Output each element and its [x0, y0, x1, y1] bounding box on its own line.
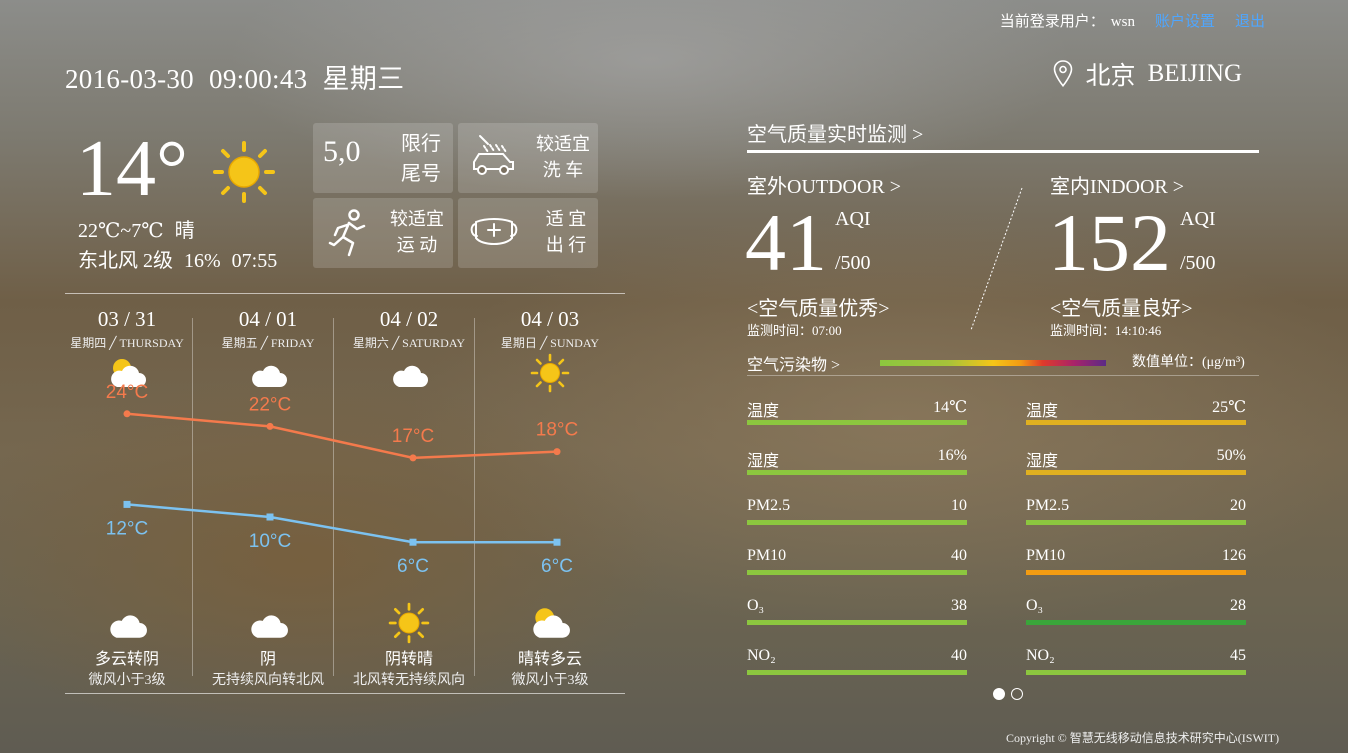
pollutant-label[interactable]: 空气污染物 > [747, 351, 840, 375]
pollutant-name: O₃ [747, 597, 765, 614]
pollutant-bar [747, 620, 967, 625]
pollutant-bar [747, 670, 967, 675]
pollutant-bar [747, 420, 967, 425]
outdoor-label[interactable]: 室外OUTDOOR > [747, 170, 901, 199]
low-temp-line [126, 503, 557, 544]
outdoor-quality: <空气质量优秀> [747, 298, 890, 320]
pollutant-row: 湿度 50% [1026, 447, 1246, 475]
pollutant-name: PM2.5 [1026, 497, 1070, 514]
low-temp-label: 6°C [397, 556, 429, 577]
pollutant-bar [1026, 470, 1246, 475]
pollutant-row: 温度 25℃ [1026, 397, 1246, 425]
high-temp-point [123, 410, 131, 418]
unit-label: 数值单位：(μg/m³) [1132, 355, 1245, 370]
copyright: Copyright © 智慧无线移动信息技术研究中心(ISWIT) [1006, 731, 1280, 745]
panel-slash-divider [970, 187, 1023, 331]
pollutant-value: 50% [1216, 447, 1246, 464]
pollutant-row: 湿度 16% [747, 447, 967, 475]
title-underline [747, 150, 1259, 153]
high-temp-label: 17°C [392, 426, 434, 447]
pollutant-name: 温度 [1026, 403, 1059, 420]
pollutant-value: 40 [951, 647, 967, 664]
high-temp-point [553, 448, 561, 456]
pollutant-value: 38 [951, 597, 967, 614]
low-temp-label: 6°C [541, 556, 573, 577]
indoor-max: /500 [1180, 252, 1216, 274]
outdoor-max: /500 [835, 252, 871, 274]
pollutant-row: PM10 40 [747, 547, 967, 575]
pollutant-bar [1026, 570, 1246, 575]
high-temp-label: 22°C [249, 394, 291, 415]
outdoor-aqi-label: AQI [835, 208, 871, 230]
low-temp-label: 12°C [106, 518, 148, 539]
pollutant-name: O₃ [1026, 597, 1044, 614]
pollutant-value: 25℃ [1212, 399, 1246, 416]
pollutant-bar [1026, 420, 1246, 425]
pollutant-bar [1026, 520, 1246, 525]
pollutant-name: 温度 [747, 403, 780, 420]
pollutant-value: 40 [951, 547, 967, 564]
pollutant-row: NO₂ 45 [1026, 647, 1246, 675]
pollutant-name: PM10 [747, 547, 787, 564]
pollutant-value: 16% [937, 447, 967, 464]
indoor-time: 监测时间：14:10:46 [1050, 323, 1162, 338]
outdoor-time: 监测时间：07:00 [747, 323, 842, 338]
high-temp-point [409, 454, 417, 462]
low-temp-point [266, 513, 274, 521]
pollutant-row: O₃ 28 [1026, 597, 1246, 625]
pollutant-value: 126 [1222, 547, 1246, 564]
pager-dots [993, 688, 1023, 700]
pollutant-bar [747, 570, 967, 575]
high-temp-line [126, 412, 558, 460]
pager-dot[interactable] [1011, 688, 1023, 700]
pollutant-row: PM10 126 [1026, 547, 1246, 575]
pollutant-name: NO₂ [1026, 647, 1055, 664]
indoor-label[interactable]: 室内INDOOR > [1050, 170, 1184, 199]
high-temp-point [266, 422, 274, 430]
pager-dot-active[interactable] [993, 688, 1005, 700]
temperature-chart: 24°C 22°C 17°C 18°C 12°C 10°C 6°C 6°C [106, 382, 578, 577]
pollutant-row: PM2.5 20 [1026, 497, 1246, 525]
pollutant-value: 10 [951, 497, 967, 514]
indoor-aqi: 152 [1048, 197, 1171, 288]
pollutant-row: PM2.5 10 [747, 497, 967, 525]
low-temp-point [123, 500, 131, 508]
high-temp-label: 18°C [536, 420, 578, 441]
low-temp-point [553, 538, 561, 546]
pollutant-bar [1026, 620, 1246, 625]
pollutant-divider [747, 375, 1259, 376]
pollutant-row: NO₂ 40 [747, 647, 967, 675]
pollutant-bar [1026, 670, 1246, 675]
pollutant-value: 20 [1230, 497, 1246, 514]
pollutant-bar [747, 470, 967, 475]
pollutant-name: PM2.5 [747, 497, 791, 514]
pollutant-name: PM10 [1026, 547, 1066, 564]
outdoor-aqi: 41 [745, 197, 827, 288]
indoor-quality: <空气质量良好> [1050, 298, 1193, 320]
pollutant-name: NO₂ [747, 647, 776, 664]
pollutant-name: 湿度 [1026, 453, 1059, 470]
pollutant-row: 温度 14℃ [747, 397, 967, 425]
low-temp-point [409, 538, 417, 546]
low-temp-label: 10°C [249, 531, 291, 552]
pollutant-value: 28 [1230, 597, 1246, 614]
aqi-color-scale [880, 360, 1106, 366]
pollutant-name: 湿度 [747, 453, 780, 470]
high-temp-label: 24°C [106, 382, 148, 403]
pollutant-value: 14℃ [933, 399, 967, 416]
air-quality-title[interactable]: 空气质量实时监测 > [747, 118, 923, 147]
pollutant-row: O₃ 38 [747, 597, 967, 625]
indoor-aqi-label: AQI [1180, 208, 1216, 230]
pollutant-bar [747, 520, 967, 525]
pollutant-value: 45 [1230, 647, 1246, 664]
